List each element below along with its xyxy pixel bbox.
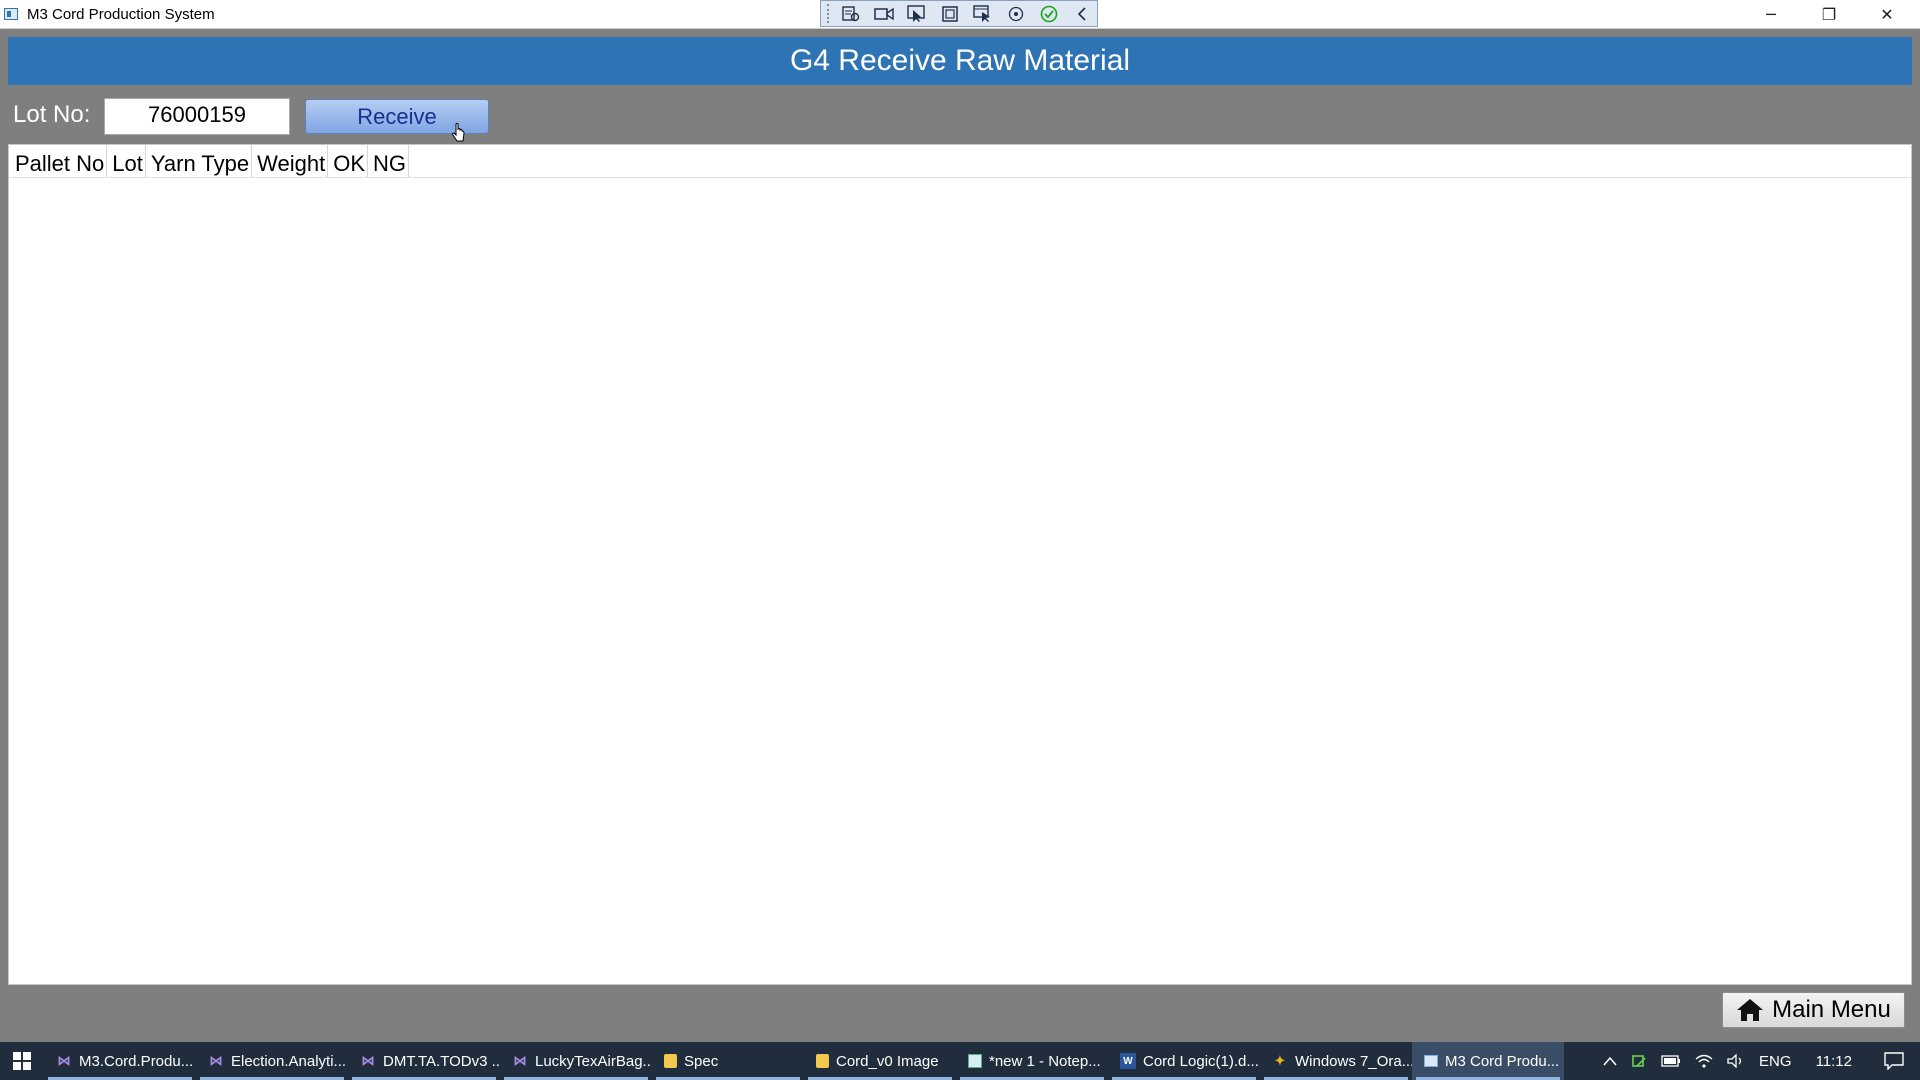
taskbar-item[interactable]: Cord_v0 Image bbox=[804, 1042, 956, 1080]
taskbar-item-label: *new 1 - Notep... bbox=[989, 1052, 1101, 1070]
taskbar-item-label: DMT.TA.TODv3 ... bbox=[383, 1052, 500, 1070]
visual-studio-icon: ⋈ bbox=[209, 1053, 223, 1068]
app-icon bbox=[4, 8, 18, 20]
notepad-icon bbox=[968, 1054, 982, 1068]
windows-icon: ✦ bbox=[1274, 1053, 1286, 1068]
toolbar-grip-handle[interactable] bbox=[827, 4, 830, 23]
battery-icon[interactable] bbox=[1661, 1055, 1681, 1067]
taskbar-item-label: Windows 7_Ora... bbox=[1295, 1052, 1412, 1070]
column-header-weight[interactable]: Weight bbox=[252, 145, 329, 177]
app-icon bbox=[1424, 1055, 1438, 1067]
folder-icon bbox=[816, 1054, 829, 1068]
taskbar-item-label: LuckyTexAirBag... bbox=[535, 1052, 652, 1070]
word-icon: W bbox=[1120, 1053, 1136, 1069]
network-status-icon[interactable] bbox=[1631, 1053, 1647, 1069]
collapse-icon[interactable] bbox=[1070, 4, 1094, 24]
taskbar-item[interactable]: ⋈ LuckyTexAirBag... bbox=[500, 1042, 652, 1080]
capture-toolbar bbox=[820, 0, 1098, 27]
taskbar-item-label: Cord Logic(1).d... bbox=[1143, 1052, 1259, 1070]
clock[interactable]: 11:12 bbox=[1816, 1053, 1852, 1070]
column-header-lot[interactable]: Lot bbox=[107, 145, 146, 177]
lot-no-label: Lot No: bbox=[13, 101, 91, 128]
lot-no-input[interactable] bbox=[104, 98, 290, 135]
start-button[interactable] bbox=[0, 1042, 44, 1080]
visual-studio-icon: ⋈ bbox=[57, 1053, 71, 1068]
folder-icon bbox=[664, 1054, 677, 1068]
taskbar: ⋈ M3.Cord.Produ... ⋈ Election.Analyti...… bbox=[0, 1042, 1920, 1080]
column-header-pallet-no[interactable]: Pallet No bbox=[9, 145, 108, 177]
column-header-ng[interactable]: NG bbox=[368, 145, 409, 177]
home-icon bbox=[1737, 999, 1764, 1021]
volume-icon[interactable] bbox=[1727, 1054, 1745, 1068]
taskbar-item-label: M3.Cord.Produ... bbox=[79, 1052, 194, 1070]
taskbar-item-label: Spec bbox=[684, 1052, 719, 1070]
record-settings-icon[interactable] bbox=[839, 4, 863, 24]
chevron-up-icon[interactable] bbox=[1603, 1056, 1617, 1066]
close-button[interactable]: ✕ bbox=[1858, 0, 1916, 29]
restore-button[interactable]: ❐ bbox=[1800, 0, 1858, 29]
main-menu-button[interactable]: Main Menu bbox=[1722, 992, 1905, 1028]
taskbar-item[interactable]: Spec bbox=[652, 1042, 804, 1080]
minimize-button[interactable]: ─ bbox=[1742, 0, 1800, 29]
column-header-ok[interactable]: OK bbox=[328, 145, 368, 177]
page-title: G4 Receive Raw Material bbox=[789, 44, 1131, 77]
taskbar-item-label: Cord_v0 Image bbox=[836, 1052, 939, 1070]
visual-studio-icon: ⋈ bbox=[513, 1053, 527, 1068]
done-icon[interactable] bbox=[1037, 4, 1061, 24]
taskbar-item[interactable]: ⋈ M3.Cord.Produ... bbox=[44, 1042, 196, 1080]
audio-icon[interactable] bbox=[1004, 4, 1028, 24]
page-header: G4 Receive Raw Material bbox=[8, 37, 1912, 85]
taskbar-item-label: Election.Analyti... bbox=[231, 1052, 347, 1070]
select-window-icon[interactable] bbox=[971, 4, 995, 24]
taskbar-item[interactable]: ⋈ DMT.TA.TODv3 ... bbox=[348, 1042, 500, 1080]
pallet-grid[interactable]: Pallet No Lot Yarn Type Weight OK NG bbox=[8, 144, 1912, 985]
system-tray: ENG 11:12 bbox=[1603, 1042, 1920, 1080]
windows-logo-icon bbox=[13, 1052, 31, 1070]
video-icon[interactable] bbox=[872, 4, 896, 24]
wifi-icon[interactable] bbox=[1695, 1054, 1713, 1068]
column-header-yarn-type[interactable]: Yarn Type bbox=[146, 145, 253, 177]
select-region-icon[interactable] bbox=[905, 4, 929, 24]
taskbar-item-label: M3 Cord Produ... bbox=[1445, 1052, 1560, 1070]
notification-icon[interactable] bbox=[1884, 1052, 1904, 1070]
taskbar-item[interactable]: ⋈ Election.Analyti... bbox=[196, 1042, 348, 1080]
visual-studio-icon: ⋈ bbox=[361, 1053, 375, 1068]
main-menu-label: Main Menu bbox=[1772, 996, 1891, 1023]
language-indicator[interactable]: ENG bbox=[1759, 1053, 1792, 1070]
taskbar-item[interactable]: M3 Cord Produ... bbox=[1412, 1042, 1564, 1080]
taskbar-item[interactable]: ✦ Windows 7_Ora... bbox=[1260, 1042, 1412, 1080]
taskbar-item[interactable]: W Cord Logic(1).d... bbox=[1108, 1042, 1260, 1080]
window-title: M3 Cord Production System bbox=[27, 6, 215, 23]
taskbar-item[interactable]: *new 1 - Notep... bbox=[956, 1042, 1108, 1080]
grid-header-row: Pallet No Lot Yarn Type Weight OK NG bbox=[9, 145, 1911, 178]
fullscreen-icon[interactable] bbox=[938, 4, 962, 24]
hand-cursor-icon bbox=[452, 123, 465, 142]
